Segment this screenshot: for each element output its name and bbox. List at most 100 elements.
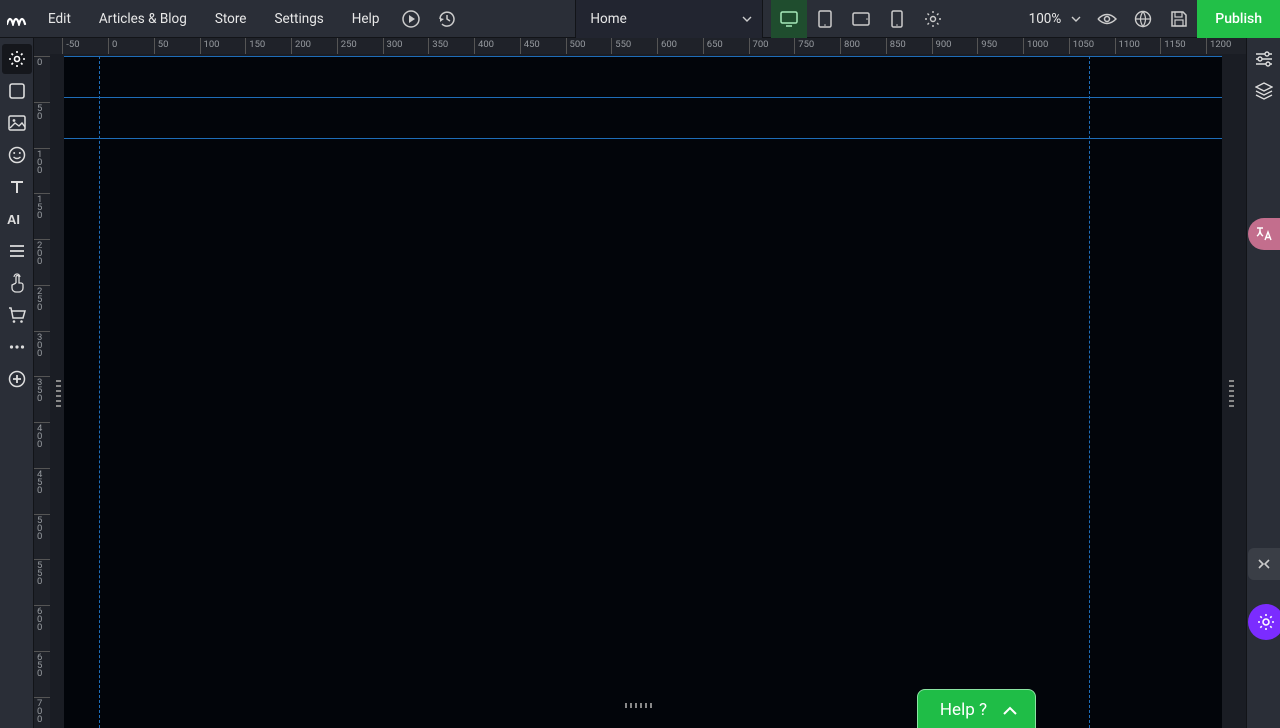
device-tablet-landscape[interactable] <box>843 0 879 38</box>
chevron-down-icon <box>1071 16 1081 22</box>
ruler-tick: 750 <box>794 38 795 54</box>
tool-more-icon[interactable] <box>2 332 32 362</box>
ruler-tick: 4 5 0 <box>34 468 50 495</box>
ruler-tick: 450 <box>520 38 521 54</box>
ruler-tick: 900 <box>932 38 933 54</box>
ruler-tick: 1000 <box>1023 38 1024 54</box>
ruler-tick: 0 <box>108 38 109 54</box>
menu-articles-blog[interactable]: Articles & Blog <box>85 0 201 37</box>
history-icon[interactable] <box>429 0 465 38</box>
zoom-value: 100% <box>1029 11 1062 27</box>
chevron-down-icon <box>742 16 752 22</box>
ruler-tick: 400 <box>474 38 475 54</box>
preview-icon[interactable] <box>1089 0 1125 38</box>
tool-layers-icon[interactable] <box>1249 76 1279 106</box>
publish-button[interactable]: Publish <box>1197 0 1280 38</box>
canvas-viewport[interactable] <box>50 54 1246 728</box>
tool-rectangle-icon[interactable] <box>2 76 32 106</box>
left-toolbar: AI <box>0 38 34 728</box>
canvas-resize-handle-left[interactable] <box>56 380 61 410</box>
ruler-tick: 950 <box>977 38 978 54</box>
ruler-tick: 1150 <box>1160 38 1161 54</box>
ruler-tick: 2 0 0 <box>34 239 50 266</box>
menu-store[interactable]: Store <box>201 0 261 37</box>
translate-widget-icon[interactable] <box>1248 218 1280 250</box>
menu-help[interactable]: Help <box>338 0 394 37</box>
ruler-tick: 250 <box>337 38 338 54</box>
canvas-resize-handle-right[interactable] <box>1229 380 1234 410</box>
help-widget[interactable]: Help ? <box>917 689 1036 728</box>
ruler-tick: 150 <box>245 38 246 54</box>
ruler-tick: 1050 <box>1069 38 1070 54</box>
guide-horizontal[interactable] <box>64 56 1222 57</box>
tool-add-icon[interactable] <box>2 364 32 394</box>
tool-text-icon[interactable] <box>2 172 32 202</box>
ruler-tick: 650 <box>703 38 704 54</box>
globe-icon[interactable] <box>1125 0 1161 38</box>
device-desktop[interactable] <box>771 0 807 38</box>
ruler-tick: 200 <box>291 38 292 54</box>
menu-edit[interactable]: Edit <box>34 0 85 37</box>
ruler-tick: 800 <box>840 38 841 54</box>
guide-vertical[interactable] <box>99 56 100 728</box>
device-tablet-portrait[interactable] <box>807 0 843 38</box>
help-widget-label: Help ? <box>940 700 987 720</box>
ruler-tick: 6 5 0 <box>34 651 50 678</box>
settings-widget-icon[interactable] <box>1248 604 1280 640</box>
logo-icon[interactable] <box>0 0 34 38</box>
play-icon[interactable] <box>393 0 429 38</box>
menu-settings[interactable]: Settings <box>260 0 337 37</box>
topbar-right: 100% Publish <box>1015 0 1280 37</box>
ruler-tick: 50 <box>154 38 155 54</box>
ruler-tick: 5 0 <box>34 102 50 121</box>
ruler-tick: 3 5 0 <box>34 376 50 403</box>
page-selector[interactable]: Home <box>575 0 763 38</box>
ruler-tick: 600 <box>657 38 658 54</box>
guide-horizontal[interactable] <box>64 138 1222 139</box>
ruler-tick: 0 <box>34 56 50 67</box>
chevron-up-icon <box>1003 706 1017 715</box>
device-settings-icon[interactable] <box>915 0 951 38</box>
ruler-tick: 7 0 0 <box>34 697 50 724</box>
top-bar: Edit Articles & Blog Store Settings Help… <box>0 0 1280 38</box>
ruler-tick: 2 5 0 <box>34 285 50 312</box>
ruler-tick: 4 0 0 <box>34 422 50 449</box>
tool-smiley-icon[interactable] <box>2 140 32 170</box>
ruler-tick: 500 <box>566 38 567 54</box>
ruler-tick: 300 <box>383 38 384 54</box>
ruler-tick: 1100 <box>1115 38 1116 54</box>
ruler-tick: 1 0 0 <box>34 148 50 175</box>
ruler-tick: 1 5 0 <box>34 193 50 220</box>
tool-image-icon[interactable] <box>2 108 32 138</box>
tool-adjustments-icon[interactable] <box>1249 44 1279 74</box>
ruler-tick: 1200 <box>1206 38 1207 54</box>
collapse-widget-icon[interactable] <box>1248 548 1280 580</box>
ruler-horizontal[interactable]: -50 0 50 100 150 200 250 300 350 400 450 500 550 600 6… <box>34 38 1246 54</box>
ruler-vertical[interactable]: 0 5 0 1 0 0 1 5 0 2 0 0 2 5 0 3 0 0 3 5 0 4 0 0 4… <box>34 54 50 728</box>
tool-settings-gear-icon[interactable] <box>2 44 32 74</box>
ruler-tick: 5 5 0 <box>34 559 50 586</box>
zoom-selector[interactable]: 100% <box>1015 11 1090 27</box>
svg-text:AI: AI <box>7 212 20 226</box>
save-icon[interactable] <box>1161 0 1197 38</box>
ruler-tick: 6 0 0 <box>34 605 50 632</box>
guide-vertical[interactable] <box>1089 56 1090 728</box>
ruler-tick: 350 <box>428 38 429 54</box>
main-menu: Edit Articles & Blog Store Settings Help <box>34 0 393 37</box>
tool-touch-icon[interactable] <box>2 268 32 298</box>
guide-horizontal[interactable] <box>64 97 1222 98</box>
canvas[interactable] <box>64 56 1222 728</box>
ruler-tick: -50 <box>62 38 63 54</box>
ruler-tick: 100 <box>200 38 201 54</box>
ruler-tick: 550 <box>611 38 612 54</box>
canvas-resize-handle-bottom[interactable] <box>625 703 655 708</box>
tool-cart-icon[interactable] <box>2 300 32 330</box>
device-switcher <box>771 0 951 37</box>
ruler-tick: 5 0 0 <box>34 514 50 541</box>
ruler-tick: 850 <box>886 38 887 54</box>
ruler-tick: 3 0 0 <box>34 331 50 358</box>
device-mobile[interactable] <box>879 0 915 38</box>
ruler-tick: 700 <box>749 38 750 54</box>
tool-ai-icon[interactable]: AI <box>2 204 32 234</box>
tool-menu-icon[interactable] <box>2 236 32 266</box>
